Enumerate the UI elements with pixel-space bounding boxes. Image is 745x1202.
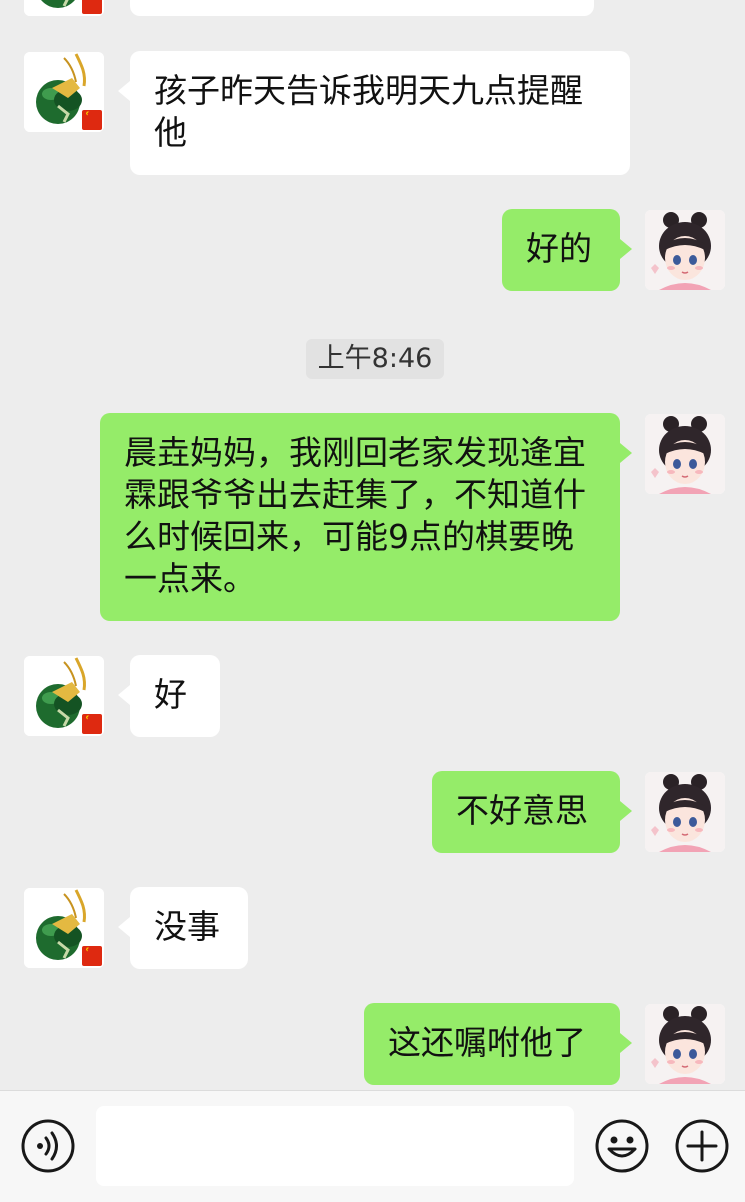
girl-avatar-icon xyxy=(645,414,725,494)
girl-avatar-icon xyxy=(645,1004,725,1084)
message-timestamp: 上午8:46 xyxy=(306,339,444,379)
voice-icon xyxy=(21,1119,75,1173)
jade-pendant-avatar-icon xyxy=(24,888,104,968)
contact-avatar[interactable] xyxy=(24,52,104,132)
message-input[interactable] xyxy=(96,1106,574,1186)
message-text: 没事 xyxy=(154,907,220,946)
message-bubble-incoming[interactable]: 没事 xyxy=(118,887,248,969)
jade-pendant-avatar-icon xyxy=(24,52,104,132)
my-avatar[interactable] xyxy=(645,1004,725,1084)
message-bubble-outgoing[interactable]: 晨垚妈妈，我刚回老家发现逄宜霖跟爷爷出去赶集了，不知道什么时候回来，可能9点的棋… xyxy=(100,413,632,621)
jade-pendant-avatar-icon xyxy=(24,0,104,16)
contact-avatar[interactable] xyxy=(24,656,104,736)
jade-pendant-avatar-icon xyxy=(24,656,104,736)
message-bubble-outgoing[interactable]: 不好意思 xyxy=(432,771,632,853)
emoji-icon xyxy=(595,1119,649,1173)
emoji-button[interactable] xyxy=(594,1118,650,1174)
message-text: 孩子昨天告诉我明天九点提醒他 xyxy=(154,71,583,152)
my-avatar[interactable] xyxy=(645,772,725,852)
message-text: 晨垚妈妈，我刚回老家发现逄宜霖跟爷爷出去赶集了，不知道什么时候回来，可能9点的棋… xyxy=(124,433,586,598)
my-avatar[interactable] xyxy=(645,210,725,290)
contact-avatar[interactable] xyxy=(24,888,104,968)
message-bubble-incoming[interactable]: 好 xyxy=(118,655,220,737)
my-avatar[interactable] xyxy=(645,414,725,494)
message-bubble-incoming[interactable]: 孩子昨天告诉我明天九点提醒他 xyxy=(118,51,630,175)
message-text: 好 xyxy=(154,675,187,714)
message-text: 这还嘱咐他了 xyxy=(388,1023,586,1062)
girl-avatar-icon xyxy=(645,772,725,852)
input-toolbar xyxy=(0,1090,745,1202)
chat-message-list[interactable]: 孩子昨天告诉我明天九点提醒他 好的 上午8:46 晨垚妈妈，我刚回老家发现逄宜霖… xyxy=(0,0,745,1090)
contact-avatar[interactable] xyxy=(24,0,104,16)
more-button[interactable] xyxy=(674,1118,730,1174)
message-bubble-cut-off[interactable] xyxy=(130,0,594,16)
message-bubble-outgoing[interactable]: 这还嘱咐他了 xyxy=(364,1003,632,1085)
girl-avatar-icon xyxy=(645,210,725,290)
message-bubble-outgoing[interactable]: 好的 xyxy=(502,209,632,291)
message-text: 好的 xyxy=(526,229,592,268)
message-text: 不好意思 xyxy=(456,791,588,830)
plus-icon xyxy=(675,1119,729,1173)
voice-button[interactable] xyxy=(20,1118,76,1174)
